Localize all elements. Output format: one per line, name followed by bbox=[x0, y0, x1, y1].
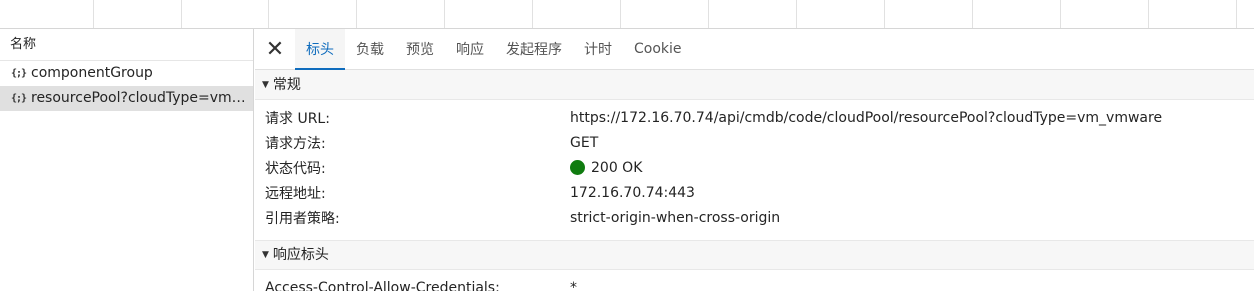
timeline-gridline bbox=[181, 0, 182, 28]
timeline-gridline bbox=[1060, 0, 1061, 28]
tab-payload[interactable]: 负载 bbox=[345, 29, 395, 69]
detail-tabbar: ✕ 标头 负载 预览 响应 发起程序 计时 Cookie bbox=[255, 29, 1254, 70]
kv-row-referrer-policy: 引用者策略: strict-origin-when-cross-origin bbox=[255, 205, 1254, 230]
name-column-header[interactable]: 名称 bbox=[0, 29, 253, 61]
timeline-gridline bbox=[356, 0, 357, 28]
close-icon[interactable]: ✕ bbox=[255, 29, 295, 69]
status-value[interactable]: 200 OK bbox=[570, 160, 642, 176]
tab-preview[interactable]: 预览 bbox=[395, 29, 445, 69]
kv-row-access-control-allow-credentials: Access-Control-Allow-Credentials: * bbox=[255, 275, 1254, 291]
header-key: 引用者策略: bbox=[265, 210, 340, 227]
response-headers-section-header[interactable]: ▼ 响应标头 bbox=[255, 240, 1254, 270]
response-header-rows: Access-Control-Allow-Credentials: * bbox=[255, 270, 1254, 291]
timeline-gridline bbox=[708, 0, 709, 28]
header-key: 状态代码: bbox=[265, 160, 326, 177]
header-value[interactable]: * bbox=[570, 280, 577, 291]
tab-headers[interactable]: 标头 bbox=[295, 29, 345, 70]
caret-down-icon: ▼ bbox=[262, 79, 269, 90]
kv-row-request-method: 请求方法: GET bbox=[255, 130, 1254, 155]
tab-initiator[interactable]: 发起程序 bbox=[495, 29, 573, 69]
status-ok-icon bbox=[570, 160, 585, 175]
request-item-resourcepool[interactable]: {;} resourcePool?cloudType=vm_v... bbox=[0, 86, 253, 111]
general-section-header[interactable]: ▼ 常规 bbox=[255, 70, 1254, 100]
header-key: 远程地址: bbox=[265, 185, 326, 202]
header-value[interactable]: 172.16.70.74:443 bbox=[570, 185, 695, 201]
tab-timing[interactable]: 计时 bbox=[573, 29, 623, 69]
section-title: 响应标头 bbox=[272, 247, 329, 263]
timeline-gridline bbox=[796, 0, 797, 28]
caret-down-icon: ▼ bbox=[262, 250, 269, 260]
timeline-gridline bbox=[1148, 0, 1149, 28]
request-name: componentGroup bbox=[31, 65, 153, 81]
waterfall-timeline bbox=[0, 0, 1254, 29]
kv-row-request-url: 请求 URL: https://172.16.70.74/api/cmdb/co… bbox=[255, 105, 1254, 130]
header-value: 200 OK bbox=[591, 159, 643, 176]
general-rows: 请求 URL: https://172.16.70.74/api/cmdb/co… bbox=[255, 100, 1254, 230]
request-detail-pane: ✕ 标头 负载 预览 响应 发起程序 计时 Cookie ▼ 常规 请求 URL… bbox=[255, 29, 1254, 291]
header-value[interactable]: https://172.16.70.74/api/cmdb/code/cloud… bbox=[570, 110, 1162, 126]
request-list: 名称 {;} componentGroup {;} resourcePool?c… bbox=[0, 29, 254, 291]
timeline-gridline bbox=[444, 0, 445, 28]
header-value[interactable]: strict-origin-when-cross-origin bbox=[570, 210, 780, 226]
timeline-gridline bbox=[884, 0, 885, 28]
header-key: 请求 URL: bbox=[265, 110, 330, 127]
kv-row-status-code: 状态代码: 200 OK bbox=[255, 155, 1254, 180]
timeline-gridline bbox=[268, 0, 269, 28]
timeline-gridline bbox=[532, 0, 533, 28]
section-title: 常规 bbox=[272, 76, 301, 93]
header-value[interactable]: GET bbox=[570, 135, 598, 151]
request-item-componentgroup[interactable]: {;} componentGroup bbox=[0, 61, 253, 86]
json-icon: {;} bbox=[11, 68, 27, 79]
timeline-gridline bbox=[620, 0, 621, 28]
header-key: 请求方法: bbox=[265, 135, 326, 152]
request-name: resourcePool?cloudType=vm_v... bbox=[31, 90, 251, 106]
tab-response[interactable]: 响应 bbox=[445, 29, 495, 69]
json-icon: {;} bbox=[11, 93, 27, 104]
timeline-gridline bbox=[1236, 0, 1237, 28]
tab-cookies[interactable]: Cookie bbox=[623, 29, 693, 69]
timeline-gridline bbox=[93, 0, 94, 28]
timeline-gridline bbox=[972, 0, 973, 28]
header-key: Access-Control-Allow-Credentials: bbox=[265, 279, 500, 291]
kv-row-remote-address: 远程地址: 172.16.70.74:443 bbox=[255, 180, 1254, 205]
